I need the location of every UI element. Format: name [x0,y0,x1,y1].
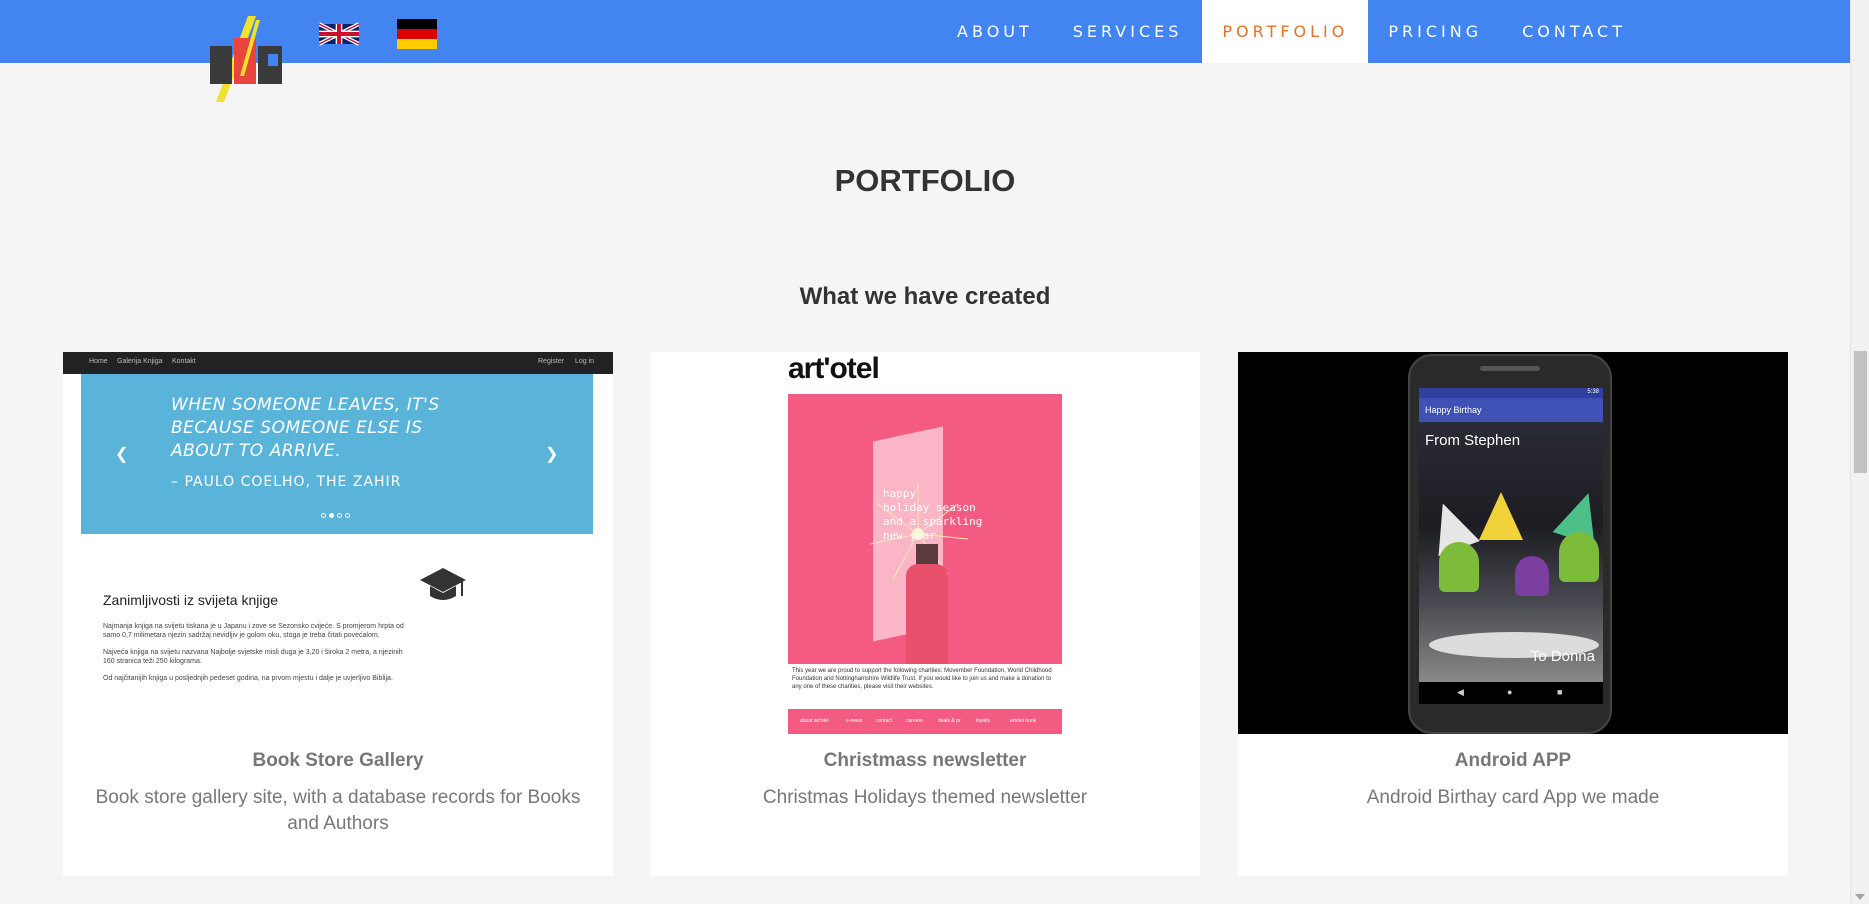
nav-pricing[interactable]: PRICING [1368,0,1502,63]
card-title: Book Store Gallery [252,750,424,771]
app-title: Happy Birthay [1425,405,1482,415]
thumb-nav-link: Log in [575,358,595,365]
status-bar: 5:38 [1419,388,1603,398]
chevron-right-icon: ❯ [545,446,559,463]
nav-portfolio[interactable]: PORTFOLIO [1202,0,1369,63]
newsletter-footer-text: This year we are proud to support the fo… [792,668,1052,690]
party-hat [1479,492,1523,540]
recents-icon: ■ [1557,687,1563,697]
phone-mockup: 5:38 Happy Birthay From Stephen To Donna [1408,354,1612,734]
thumb-paragraph: Najmanja knjiga na svijetu tiskana je u … [103,623,404,639]
uk-flag-icon[interactable] [319,19,359,49]
birthday-photo [1419,422,1603,682]
greeting-line: and a sparkling [883,515,983,528]
thumb-nav-link: Kontakt [172,358,196,365]
android-nav-bar: ◀ ● ■ [1419,682,1603,704]
thumb-paragraph: Od najčitanijih knjiga u posljednjih ped… [103,675,393,682]
footer-link: deals & pr [938,718,961,724]
company-logo[interactable] [210,16,298,102]
portfolio-card-android-app[interactable]: 5:38 Happy Birthay From Stephen To Donna [1238,352,1788,876]
newsletter-hero-image: happy holiday season and a sparkling new… [788,394,1062,664]
artotel-logo: art'otel [788,352,880,385]
greeting-line: new year [883,529,936,542]
graduation-cap-icon [420,568,466,600]
german-flag-icon[interactable] [397,19,437,49]
from-label: From Stephen [1425,432,1521,449]
greeting-text: happy holiday season and a sparkling new… [883,487,982,543]
thumb-body-text: Najmanja knjiga na svijetu tiskana je u … [103,622,413,691]
footer-link: loyalty [976,718,991,724]
app-bar: Happy Birthay [1419,398,1603,422]
top-navbar: ABOUT SERVICES PORTFOLIO PRICING CONTACT [0,0,1850,102]
to-label: To Donna [1530,648,1595,665]
carousel-indicators [321,513,350,518]
card-description: Christmas Holidays themed newsletter [762,787,1088,808]
scrollbar-thumb[interactable] [1854,351,1867,473]
thumb-quote: WHEN SOMEONE LEAVES, IT'S BECAUSE SOMEON… [171,395,440,461]
greeting-line: holiday season [883,501,976,514]
android-figure [1559,532,1599,582]
android-figure [1515,556,1549,596]
thumb-nav-link: Register [538,358,565,365]
nav-contact[interactable]: CONTACT [1502,0,1646,63]
nav-services[interactable]: SERVICES [1053,0,1203,63]
nav-about[interactable]: ABOUT [937,0,1053,63]
book-store-thumbnail[interactable]: Home Galerija Knjiga Kontakt Register Lo… [63,352,613,734]
card-title: Christmass newsletter [823,750,1027,771]
status-time: 5:38 [1587,389,1599,395]
portfolio-card-book-store[interactable]: Home Galerija Knjiga Kontakt Register Lo… [63,352,613,876]
android-app-thumbnail[interactable]: 5:38 Happy Birthay From Stephen To Donna [1238,352,1788,734]
thumb-nav-link: Galerija Knjiga [117,358,163,365]
footer-link: artotel book [1010,718,1037,724]
phone-speaker [1480,366,1540,371]
home-icon: ● [1507,687,1513,697]
footer-link: about art'otel [800,718,829,724]
footer-link: e-news [846,718,863,724]
section-title: PORTFOLIO [834,163,1016,198]
champagne-bottle [906,564,948,664]
card-description: Book store gallery site, with a database… [95,787,581,834]
greeting-line: happy [883,487,917,500]
footer-link: careers [906,718,923,724]
thumb-heading: Zanimljivosti iz svijeta knjige [103,592,279,608]
newsletter-thumbnail[interactable]: art'otel happy holiday season and a spar… [650,352,1200,734]
phone-screen: 5:38 Happy Birthay From Stephen To Donna [1419,388,1603,704]
page-scrollbar[interactable] [1850,0,1869,904]
thumb-paragraph: Najveća knjiga na svijetu nazvana Najbol… [103,649,403,665]
section-subtitle: What we have created [799,283,1051,310]
card-title: Android APP [1454,750,1572,771]
back-icon: ◀ [1457,687,1464,697]
newsletter-footer-links: about art'otel e-news contact careers de… [788,709,1062,734]
scroll-down-arrow-icon[interactable] [1855,894,1865,900]
card-description: Android Birthay card App we made [1366,787,1660,808]
thumb-nav-link: Home [89,358,108,365]
portfolio-card-newsletter[interactable]: art'otel happy holiday season and a spar… [650,352,1200,876]
footer-link: contact [876,718,893,724]
android-figure [1439,542,1479,592]
thumb-quote-author: – PAULO COELHO, THE ZAHIR [171,474,402,490]
thumb-navbar: Home Galerija Knjiga Kontakt Register Lo… [63,352,613,374]
main-nav: ABOUT SERVICES PORTFOLIO PRICING CONTACT [937,0,1646,63]
chevron-left-icon: ❮ [115,446,129,463]
thumb-quote-carousel: WHEN SOMEONE LEAVES, IT'S BECAUSE SOMEON… [81,374,593,534]
